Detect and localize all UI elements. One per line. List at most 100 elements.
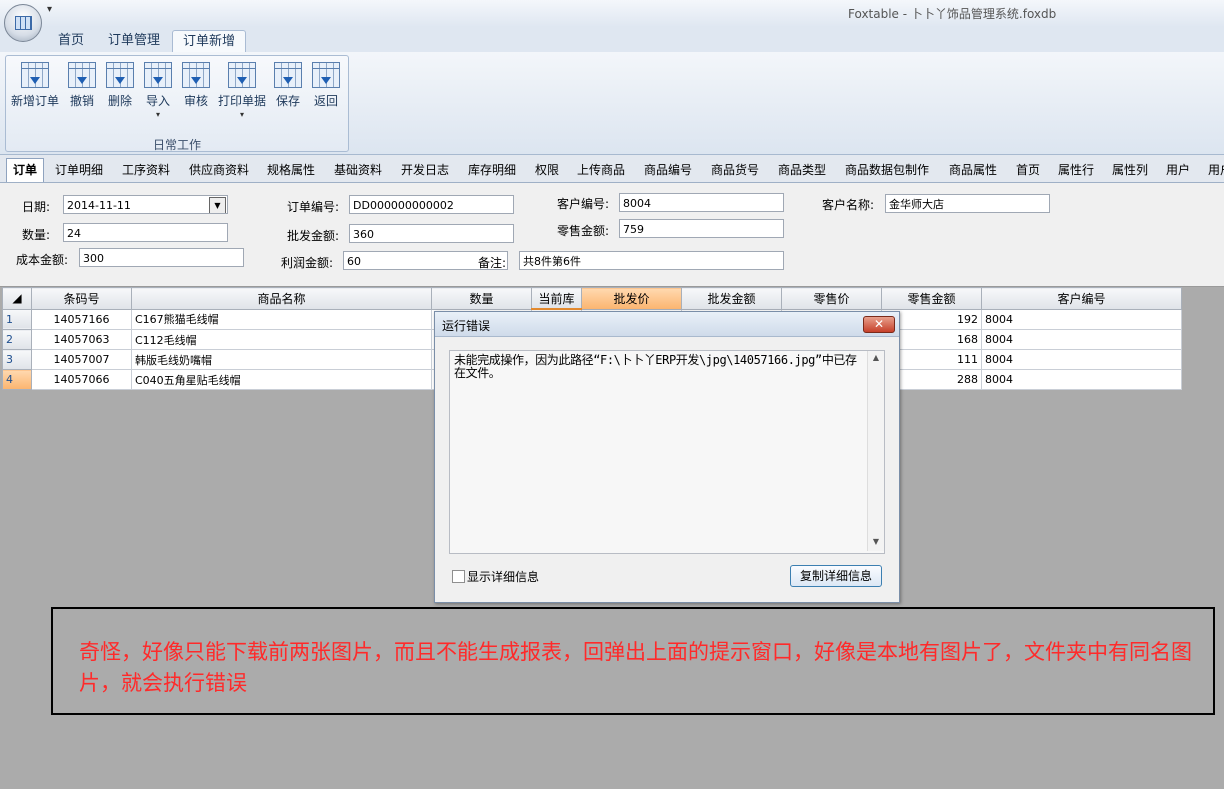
import-button[interactable]: 导入 ▾ <box>142 62 174 119</box>
column-header-wholesale-price[interactable]: 批发价 <box>581 287 682 310</box>
retail-amount-label: 零售金额: <box>557 224 610 238</box>
ribbon-group-daily-work: 新增订单 撤销 删除 导入 ▾ 审核 打印单据 ▾ 保存 返回 日常工作 <box>5 55 349 152</box>
product-name-cell[interactable]: C167熊猫毛线帽 <box>131 308 432 330</box>
tab-user[interactable]: 用户 <box>1166 160 1190 180</box>
row-number[interactable]: 3 <box>2 349 32 370</box>
row-number[interactable]: 1 <box>2 308 32 330</box>
vertical-scrollbar[interactable]: ▲ ▼ <box>867 351 884 551</box>
ribbon-tab-bar: 首页 订单管理 订单新增 <box>0 27 1224 53</box>
tab-home[interactable]: 首页 <box>1016 160 1040 180</box>
tab-attribute-row[interactable]: 属性行 <box>1058 160 1094 180</box>
grid-header-row: ◢ 条码号 商品名称 数量 当前库 批发价 批发金额 零售价 零售金额 客户编号 <box>2 287 1182 310</box>
table-import-icon <box>274 62 302 88</box>
barcode-cell[interactable]: 14057066 <box>31 369 132 390</box>
customer-no-field[interactable]: 8004 <box>619 193 784 212</box>
column-header-barcode[interactable]: 条码号 <box>31 287 132 310</box>
tab-order[interactable]: 订单 <box>6 158 45 182</box>
close-icon[interactable]: ✕ <box>863 316 895 333</box>
return-label: 返回 <box>313 94 338 108</box>
ribbon-panel: 新增订单 撤销 删除 导入 ▾ 审核 打印单据 ▾ 保存 返回 日常工作 <box>0 52 1224 155</box>
customer-name-field[interactable]: 金华师大店 <box>885 194 1050 213</box>
quick-access-dropdown-icon[interactable]: ▾ <box>47 4 52 15</box>
undo-button[interactable]: 撤销 <box>66 62 98 109</box>
barcode-cell[interactable]: 14057007 <box>31 349 132 370</box>
application-menu-button[interactable] <box>4 4 42 42</box>
order-no-field[interactable]: DD000000000002 <box>349 195 514 214</box>
row-number[interactable]: 4 <box>2 369 32 390</box>
order-form: 日期: 2014-11-11 ▼ 订单编号: DD000000000002 客户… <box>0 183 1224 287</box>
retail-amount-field[interactable]: 759 <box>619 219 784 238</box>
return-button[interactable]: 返回 <box>310 62 342 109</box>
show-details-checkbox[interactable] <box>452 570 465 583</box>
tab-attribute-column[interactable]: 属性列 <box>1112 160 1148 180</box>
print-dropdown-icon[interactable]: ▾ <box>216 110 268 119</box>
column-header-retail-price[interactable]: 零售价 <box>781 287 882 310</box>
column-header-retail-amount[interactable]: 零售金额 <box>881 287 982 310</box>
scroll-down-icon[interactable]: ▼ <box>868 537 884 546</box>
date-field[interactable]: 2014-11-11 ▼ <box>63 195 228 214</box>
dialog-title-bar[interactable]: 运行错误 ✕ <box>435 312 899 337</box>
product-name-cell[interactable]: C112毛线帽 <box>131 329 432 350</box>
column-header-product-name[interactable]: 商品名称 <box>131 287 432 310</box>
cost-amount-label: 成本金额: <box>16 253 69 267</box>
print-document-label: 打印单据 <box>217 94 266 108</box>
wholesale-amount-field[interactable]: 360 <box>349 224 514 243</box>
product-name-cell[interactable]: 韩版毛线奶嘴帽 <box>131 349 432 370</box>
print-document-button[interactable]: 打印单据 ▾ <box>216 62 268 119</box>
error-message-box[interactable]: 未能完成操作，因为此路径“F:\卜卜丫ERP开发\jpg\14057166.jp… <box>449 350 885 554</box>
product-name-cell[interactable]: C040五角星贴毛线帽 <box>131 369 432 390</box>
barcode-cell[interactable]: 14057166 <box>31 308 132 330</box>
delete-label: 删除 <box>107 94 132 108</box>
tab-goods-sku[interactable]: 商品货号 <box>711 160 759 180</box>
tab-goods-type[interactable]: 商品类型 <box>778 160 826 180</box>
tab-goods-number[interactable]: 商品编号 <box>644 160 692 180</box>
ribbon-group-label: 日常工作 <box>152 138 201 152</box>
show-details-label[interactable]: 显示详细信息 <box>467 568 539 585</box>
note-label: 备注: <box>478 256 507 270</box>
column-header-wholesale-amount[interactable]: 批发金额 <box>681 287 782 310</box>
quantity-field[interactable]: 24 <box>63 223 228 242</box>
review-button[interactable]: 审核 <box>180 62 212 109</box>
tab-goods-attributes[interactable]: 商品属性 <box>949 160 997 180</box>
barcode-cell[interactable]: 14057063 <box>31 329 132 350</box>
tab-supplier-data[interactable]: 供应商资料 <box>189 160 249 180</box>
tab-spec-attributes[interactable]: 规格属性 <box>267 160 315 180</box>
tab-stock-detail[interactable]: 库存明细 <box>468 160 516 180</box>
table-import-icon <box>106 62 134 88</box>
note-field[interactable]: 共8件第6件 <box>519 251 784 270</box>
tab-basic-data[interactable]: 基础资料 <box>334 160 382 180</box>
scroll-up-icon[interactable]: ▲ <box>868 353 884 362</box>
cost-amount-field[interactable]: 300 <box>79 248 244 267</box>
tab-permissions[interactable]: 权限 <box>535 160 559 180</box>
ribbon-tab-order-management[interactable]: 订单管理 <box>98 30 170 52</box>
import-label: 导入 <box>145 94 170 108</box>
window-title: Foxtable - 卜卜丫饰品管理系统.foxdb <box>848 7 1057 21</box>
copy-details-button[interactable]: 复制详细信息 <box>790 565 882 587</box>
date-label: 日期: <box>22 200 51 214</box>
save-button[interactable]: 保存 <box>272 62 304 109</box>
customer-no-cell[interactable]: 8004 <box>981 349 1182 370</box>
customer-no-cell[interactable]: 8004 <box>981 369 1182 390</box>
title-bar: ▾ Foxtable - 卜卜丫饰品管理系统.foxdb <box>0 0 1224 28</box>
import-dropdown-icon[interactable]: ▾ <box>142 110 174 119</box>
tab-user-2[interactable]: 用户 <box>1208 160 1224 180</box>
tab-dev-log[interactable]: 开发日志 <box>401 160 449 180</box>
tab-process-data[interactable]: 工序资料 <box>122 160 170 180</box>
select-all-corner[interactable]: ◢ <box>2 287 32 310</box>
tab-order-detail[interactable]: 订单明细 <box>55 160 103 180</box>
customer-no-cell[interactable]: 8004 <box>981 329 1182 350</box>
new-order-button[interactable]: 新增订单 <box>10 62 60 109</box>
row-number[interactable]: 2 <box>2 329 32 350</box>
customer-no-cell[interactable]: 8004 <box>981 308 1182 330</box>
column-header-customer-no[interactable]: 客户编号 <box>981 287 1182 310</box>
column-header-quantity[interactable]: 数量 <box>431 287 532 310</box>
tab-upload-goods[interactable]: 上传商品 <box>577 160 625 180</box>
ribbon-tab-home[interactable]: 首页 <box>48 30 94 52</box>
date-value: 2014-11-11 <box>67 199 131 212</box>
date-dropdown-icon[interactable]: ▼ <box>209 197 226 213</box>
quantity-label: 数量: <box>22 228 51 242</box>
column-header-current-stock[interactable]: 当前库 <box>531 287 582 310</box>
tab-goods-data-package[interactable]: 商品数据包制作 <box>845 160 929 180</box>
ribbon-tab-order-new[interactable]: 订单新增 <box>172 30 247 53</box>
delete-button[interactable]: 删除 <box>104 62 136 109</box>
